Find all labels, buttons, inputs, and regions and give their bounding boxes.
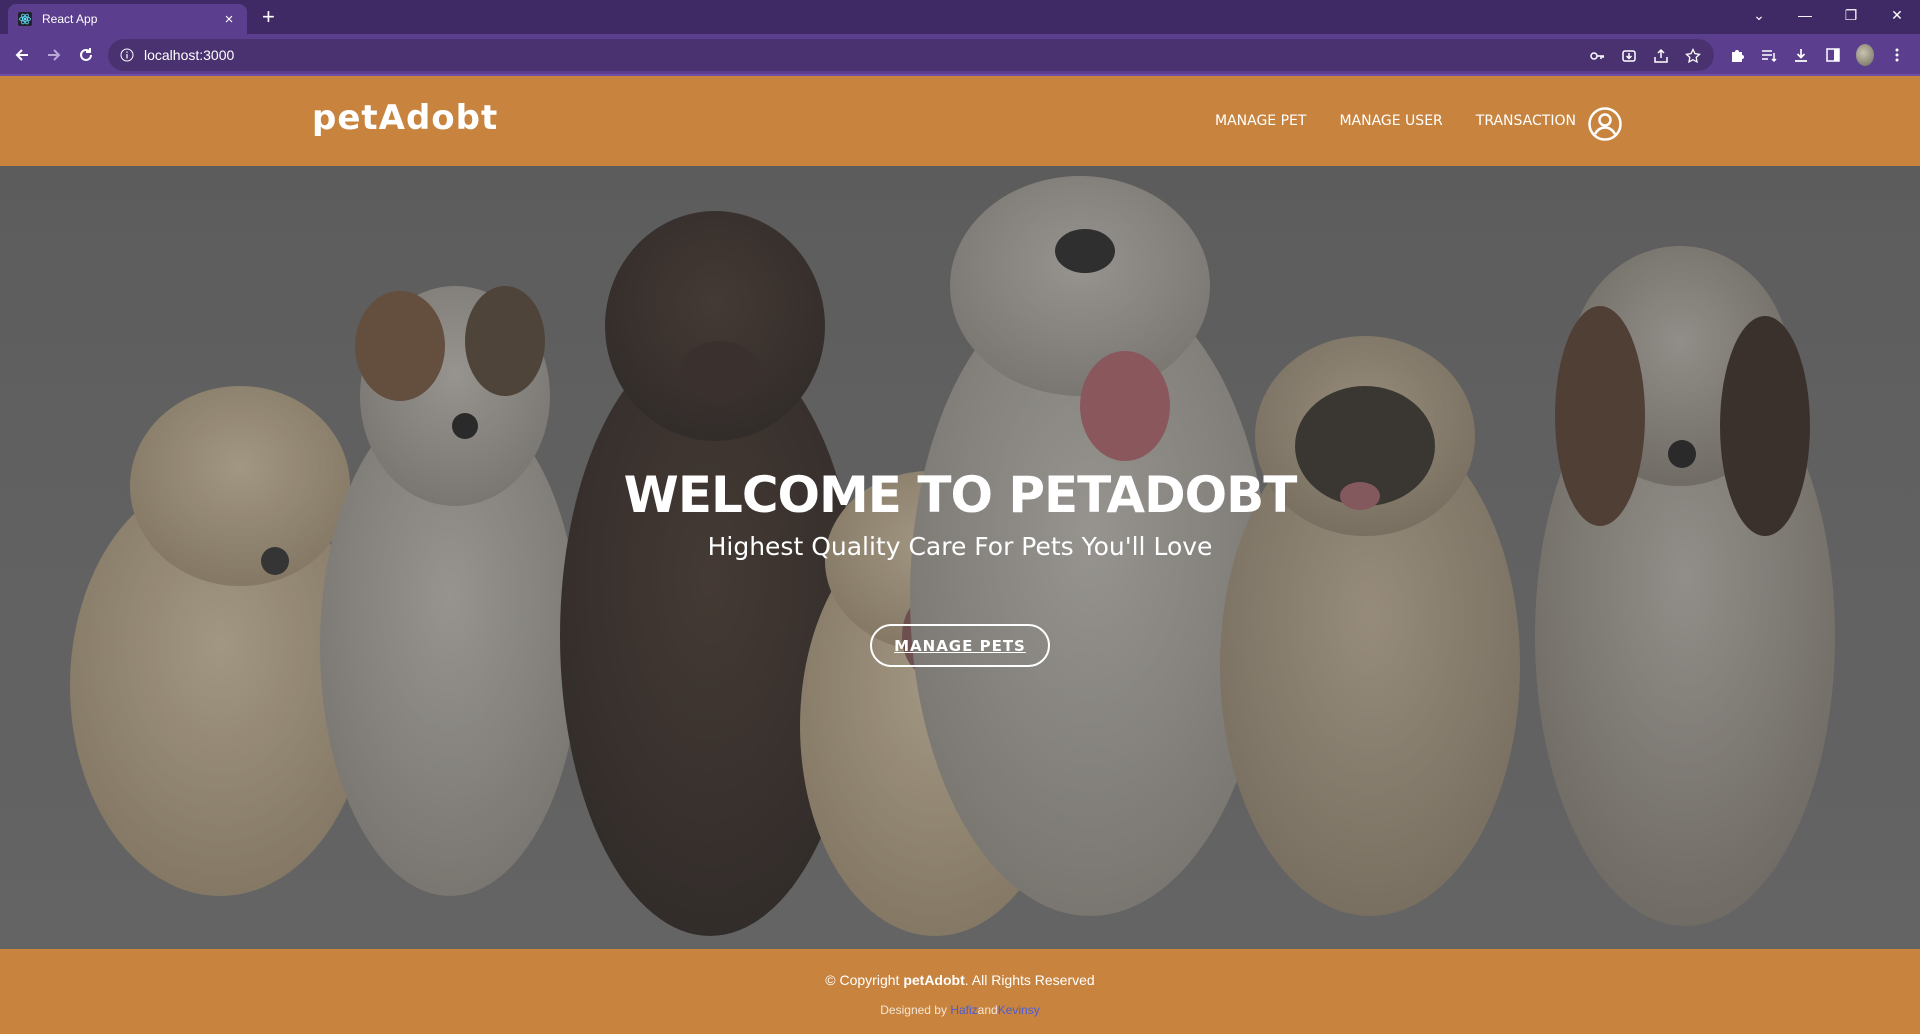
copyright-suffix: . All Rights Reserved [964,972,1095,988]
copyright-brand: petAdobt [903,972,965,988]
manage-pets-button[interactable]: MANAGE PETS [870,624,1050,667]
install-app-icon[interactable] [1620,47,1638,65]
footer: © Copyright petAdobt. All Rights Reserve… [0,949,1920,1034]
designed-by-label: Designed by [880,1003,951,1017]
new-tab-button[interactable]: + [262,5,275,29]
reload-icon[interactable] [74,43,98,67]
omnibox-actions [1588,47,1702,65]
hero-subtitle: Highest Quality Care For Pets You'll Lov… [707,532,1213,561]
brand-logo[interactable]: petAdobt [312,98,498,138]
nav-link-manage-user[interactable]: MANAGE USER [1339,113,1442,129]
site-info-icon[interactable] [120,48,134,62]
browser-tab[interactable]: React App × [8,4,247,34]
profile-avatar-icon[interactable] [1856,44,1874,66]
minimize-icon[interactable]: — [1782,7,1828,23]
nav-links: MANAGE PET MANAGE USER TRANSACTION [1215,113,1576,129]
designer-credits: Designed by HafizandKevinsy [0,1003,1920,1017]
forward-arrow-icon[interactable] [42,43,66,67]
hero-title: WELCOME TO PETADOBT [623,466,1298,524]
share-icon[interactable] [1652,47,1670,65]
downloads-icon[interactable] [1792,46,1810,64]
tab-close-icon[interactable]: × [221,11,237,28]
side-panel-icon[interactable] [1824,46,1842,64]
close-window-icon[interactable]: ✕ [1874,7,1920,24]
address-bar[interactable]: localhost:3000 [108,39,1714,71]
and-label: and [977,1003,998,1017]
restore-icon[interactable]: ❐ [1828,7,1874,24]
copyright-prefix: © Copyright [825,972,904,988]
extension-icons [1728,44,1906,66]
extensions-puzzle-icon[interactable] [1728,46,1746,64]
nav-link-manage-pet[interactable]: MANAGE PET [1215,113,1306,129]
user-account-icon[interactable] [1588,107,1622,141]
app-navbar: petAdobt MANAGE PET MANAGE USER TRANSACT… [0,76,1920,166]
tab-search-icon[interactable]: ⌄ [1736,7,1782,24]
back-arrow-icon[interactable] [10,43,34,67]
browser-toolbar: localhost:3000 [0,34,1920,76]
nav-link-transaction[interactable]: TRANSACTION [1476,113,1576,129]
reading-list-icon[interactable] [1760,46,1778,64]
hero-section: WELCOME TO PETADOBT Highest Quality Care… [0,166,1920,949]
copyright-text: © Copyright petAdobt. All Rights Reserve… [0,972,1920,988]
tab-title: React App [42,12,98,26]
kebab-menu-icon[interactable] [1888,46,1906,64]
window-controls: ⌄ — ❐ ✕ [1736,0,1920,30]
bookmark-star-icon[interactable] [1684,47,1702,65]
react-favicon-icon [18,12,32,26]
url-text: localhost:3000 [144,47,235,63]
author-link-hafiz[interactable]: Hafiz [950,1003,977,1017]
browser-tabstrip: React App × + ⌄ — ❐ ✕ [0,0,1920,34]
key-icon[interactable] [1588,47,1606,65]
author-link-kevinsy[interactable]: Kevinsy [998,1003,1040,1017]
